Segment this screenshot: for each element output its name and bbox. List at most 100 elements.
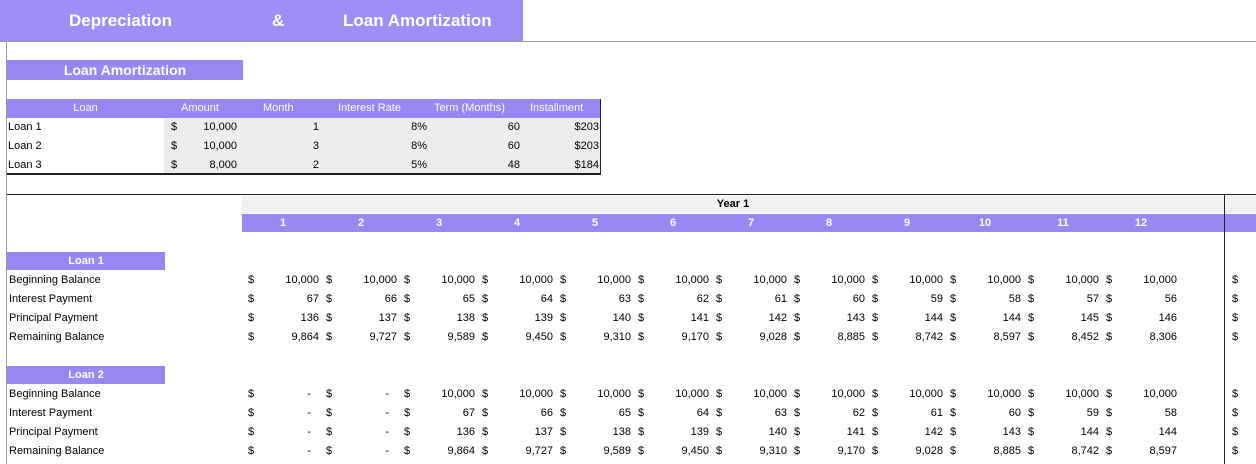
schedule-cell: $58 <box>1106 404 1177 423</box>
schedule-cell: $144 <box>950 309 1021 328</box>
schedule-value: 144 <box>924 312 943 324</box>
schedule-cell: $9,170 <box>638 328 709 347</box>
currency-symbol: $ <box>1106 407 1113 419</box>
schedule-cell: $139 <box>638 423 709 442</box>
schedule-value: 9,450 <box>525 331 553 343</box>
currency-symbol: $ <box>1106 426 1113 438</box>
schedule-cell: $ - <box>248 404 319 423</box>
month-header-1: 1 <box>279 217 287 229</box>
schedule-cell: $64 <box>638 404 709 423</box>
schedule-value: 9,864 <box>291 331 319 343</box>
loan-block-label: Loan 1 <box>7 252 165 270</box>
schedule-value: 141 <box>846 426 865 438</box>
month-header-5: 5 <box>591 217 599 229</box>
schedule-cell: $10,000 <box>716 271 787 290</box>
currency-symbol: $ <box>1106 388 1113 400</box>
currency-symbol: $ <box>638 426 645 438</box>
schedule-value: - <box>385 388 389 400</box>
currency-symbol: $ <box>404 293 411 305</box>
schedule-value: - <box>385 445 389 457</box>
schedule-value: 8,885 <box>993 445 1021 457</box>
schedule-value: 144 <box>1080 426 1099 438</box>
schedule-cell: $9,589 <box>404 328 475 347</box>
currency-symbol: $ <box>560 407 567 419</box>
schedule-value: 8,597 <box>1149 445 1177 457</box>
schedule-value: 59 <box>930 293 943 305</box>
schedule-cell: $8,885 <box>950 442 1021 461</box>
schedule-cell: $10,000 <box>326 271 397 290</box>
currency-symbol: $ <box>248 407 255 419</box>
schedule-row-label: Interest Payment <box>9 293 93 305</box>
currency-symbol: $ <box>872 331 879 343</box>
schedule-value: 137 <box>534 426 553 438</box>
currency-symbol: $ <box>1028 274 1035 286</box>
amount-currency: $ <box>171 140 178 152</box>
currency-symbol: $ <box>716 274 723 286</box>
next-year-currency-symbol: $ <box>1232 445 1239 457</box>
currency-symbol: $ <box>638 312 645 324</box>
currency-symbol: $ <box>248 445 255 457</box>
schedule-cell: $9,310 <box>560 328 631 347</box>
schedule-cell: $10,000 <box>638 385 709 404</box>
schedule-value: 143 <box>846 312 865 324</box>
currency-symbol: $ <box>482 312 489 324</box>
schedule-value: 9,727 <box>369 331 397 343</box>
currency-symbol: $ <box>404 312 411 324</box>
currency-symbol: $ <box>560 445 567 457</box>
schedule-cell: $141 <box>794 423 865 442</box>
col-installment: Installment <box>530 102 584 114</box>
currency-symbol: $ <box>872 445 879 457</box>
month-header-4: 4 <box>513 217 521 229</box>
schedule-cell: $59 <box>872 290 943 309</box>
schedule-cell: $65 <box>560 404 631 423</box>
schedule-cell: $9,589 <box>560 442 631 461</box>
currency-symbol: $ <box>482 331 489 343</box>
currency-symbol: $ <box>638 388 645 400</box>
schedule-value: 10,000 <box>909 274 943 286</box>
schedule-value: - <box>307 407 311 419</box>
currency-symbol: $ <box>794 293 801 305</box>
currency-symbol: $ <box>950 274 957 286</box>
schedule-cell: $10,000 <box>248 271 319 290</box>
schedule-cell: $144 <box>1028 423 1099 442</box>
schedule-value: 10,000 <box>909 388 943 400</box>
header-ampersand: & <box>272 11 285 30</box>
schedule-cell: $142 <box>872 423 943 442</box>
schedule-value: 67 <box>462 407 475 419</box>
loan-installment: $203 <box>574 121 599 133</box>
currency-symbol: $ <box>950 331 957 343</box>
month-header-row: 1 2 3 4 5 6 7 8 9 10 11 12 <box>242 214 1256 232</box>
schedule-value: 9,170 <box>681 331 709 343</box>
schedule-value: 10,000 <box>597 274 631 286</box>
schedule-cell: $66 <box>326 290 397 309</box>
schedule-cell: $61 <box>716 290 787 309</box>
summary-bottom-border <box>7 173 601 175</box>
col-amount: Amount <box>181 102 219 114</box>
schedule-cell: $9,864 <box>404 442 475 461</box>
loan-name: Loan 1 <box>8 121 42 133</box>
currency-symbol: $ <box>794 312 801 324</box>
schedule-cell: $ - <box>326 442 397 461</box>
currency-symbol: $ <box>950 312 957 324</box>
year-header-row: Year 1 <box>242 196 1256 213</box>
schedule-value: 144 <box>1158 426 1177 438</box>
currency-symbol: $ <box>326 388 333 400</box>
schedule-value: 136 <box>300 312 319 324</box>
currency-symbol: $ <box>872 274 879 286</box>
schedule-value: 9,589 <box>447 331 475 343</box>
currency-symbol: $ <box>1106 312 1113 324</box>
schedule-cell: $67 <box>248 290 319 309</box>
schedule-cell: $ - <box>248 423 319 442</box>
schedule-cell: $8,742 <box>872 328 943 347</box>
schedule-value: 142 <box>924 426 943 438</box>
schedule-cell: $60 <box>950 404 1021 423</box>
col-term: Term (Months) <box>434 102 505 114</box>
currency-symbol: $ <box>404 274 411 286</box>
currency-symbol: $ <box>872 407 879 419</box>
year-label: Year 1 <box>716 198 750 210</box>
currency-symbol: $ <box>716 293 723 305</box>
currency-symbol: $ <box>950 407 957 419</box>
loan-summary-table: Loan Amount Month Interest Rate Term (Mo… <box>7 99 601 175</box>
schedule-value: 63 <box>618 293 631 305</box>
schedule-value: 9,310 <box>603 331 631 343</box>
